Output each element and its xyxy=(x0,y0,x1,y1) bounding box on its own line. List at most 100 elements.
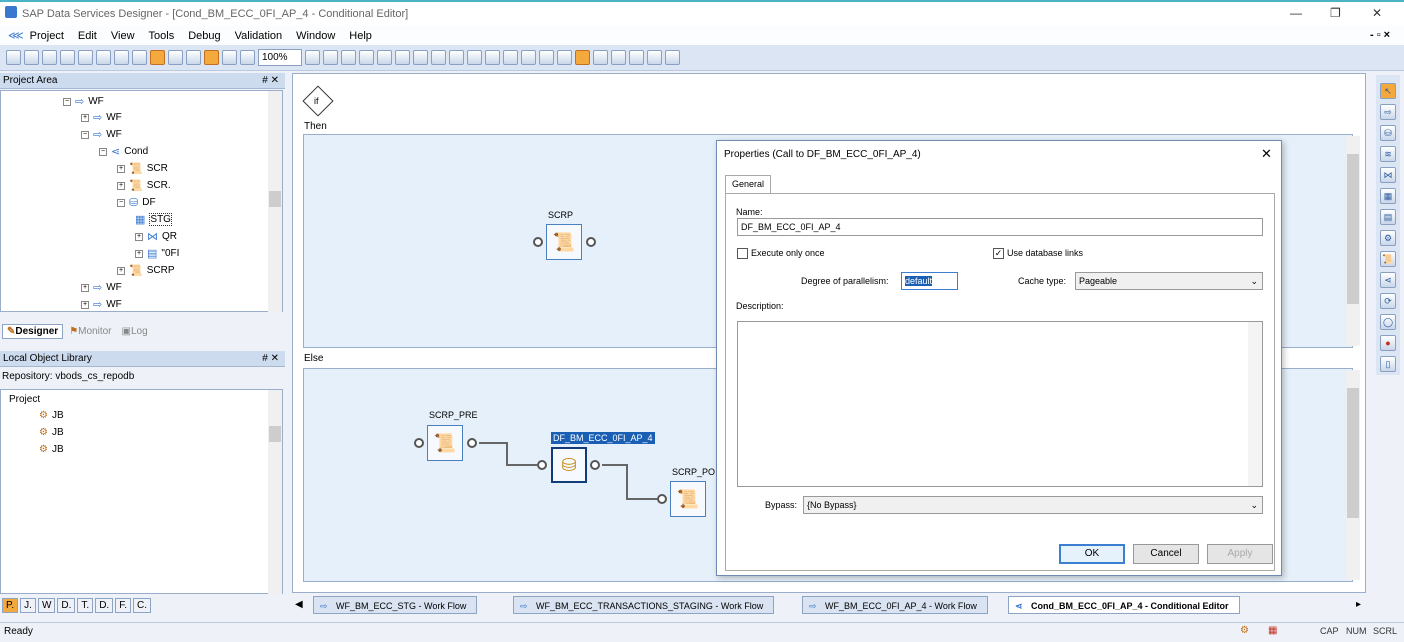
palette-while-icon[interactable]: ◯ xyxy=(1380,314,1396,330)
dialog-close-button[interactable]: ✕ xyxy=(1261,146,1272,162)
expand-icon[interactable]: + xyxy=(117,266,125,275)
lib-tab-transforms[interactable]: T. xyxy=(77,598,94,613)
forward-icon[interactable] xyxy=(395,50,410,65)
apply-button[interactable]: Apply xyxy=(1207,544,1273,564)
scroll-thumb[interactable] xyxy=(269,426,281,442)
panel-icon[interactable] xyxy=(222,50,237,65)
parallelism-field[interactable]: default xyxy=(901,272,958,290)
validate-icon[interactable] xyxy=(305,50,320,65)
save-icon[interactable] xyxy=(42,50,57,65)
grid-icon[interactable] xyxy=(204,50,219,65)
settings-icon[interactable] xyxy=(413,50,428,65)
filter2-icon[interactable] xyxy=(557,50,572,65)
scroll-thumb[interactable] xyxy=(1347,154,1359,304)
palette-abap-icon[interactable]: ≋ xyxy=(1380,146,1396,162)
pointer-icon[interactable] xyxy=(150,50,165,65)
palette-annotation-icon[interactable]: ▯ xyxy=(1380,356,1396,372)
filter-icon[interactable] xyxy=(539,50,554,65)
library-scrollbar[interactable] xyxy=(268,390,282,595)
palette-workflow-icon[interactable]: ⇨ xyxy=(1380,104,1396,120)
description-textarea[interactable] xyxy=(737,321,1263,487)
tab-scroll-right-icon[interactable]: ▸ xyxy=(1356,599,1361,610)
window-icon[interactable] xyxy=(186,50,201,65)
zoom-in-icon[interactable] xyxy=(449,50,464,65)
copy-icon[interactable] xyxy=(78,50,93,65)
minimize-button[interactable]: — xyxy=(1290,6,1302,20)
info-icon[interactable] xyxy=(431,50,446,65)
palette-catch-icon[interactable]: ● xyxy=(1380,335,1396,351)
collapse-icon[interactable]: − xyxy=(63,97,71,106)
mdi-controls[interactable]: - ▫ × xyxy=(1370,29,1390,41)
menu-view[interactable]: View xyxy=(111,30,135,42)
tree-item[interactable]: + ⋈ QR xyxy=(135,230,177,243)
lib-tab-custom-functions[interactable]: C. xyxy=(132,598,151,613)
close-button[interactable]: ✕ xyxy=(1372,6,1382,20)
back-icon[interactable] xyxy=(377,50,392,65)
execute-once-checkbox[interactable] xyxy=(737,248,748,259)
new-icon[interactable] xyxy=(6,50,21,65)
library-item[interactable]: ⚙ JB xyxy=(39,410,64,421)
tools-icon[interactable] xyxy=(132,50,147,65)
lib-tab-datastores[interactable]: D. xyxy=(95,598,114,613)
step-icon[interactable] xyxy=(485,50,500,65)
collapse-icon[interactable]: − xyxy=(117,198,125,207)
then-lane-scrollbar[interactable] xyxy=(1346,136,1360,346)
expand-icon[interactable]: + xyxy=(117,164,125,173)
scroll-thumb[interactable] xyxy=(269,191,281,207)
palette-dataflow-icon[interactable]: ⛁ xyxy=(1380,125,1396,141)
log-icon[interactable] xyxy=(629,50,644,65)
doc-tab-cond-editor[interactable]: ⋖ Cond_BM_ECC_0FI_AP_4 - Conditional Edit… xyxy=(1008,596,1240,614)
lib-tab-jobs[interactable]: J. xyxy=(20,598,36,613)
tree-item[interactable]: + ⇨ WF xyxy=(81,298,122,311)
palette-template-icon[interactable]: ▤ xyxy=(1380,209,1396,225)
panel2-icon[interactable] xyxy=(240,50,255,65)
palette-pointer-icon[interactable]: ↖ xyxy=(1380,83,1396,99)
lib-tab-projects[interactable]: P. xyxy=(2,598,19,613)
panel-pin-close[interactable]: # ✕ xyxy=(262,73,279,89)
paste-icon[interactable] xyxy=(96,50,111,65)
palette-query-icon[interactable]: ⋈ xyxy=(1380,167,1396,183)
tab-designer[interactable]: ✎Designer xyxy=(2,324,64,339)
expand-icon[interactable]: + xyxy=(81,113,89,122)
table-icon[interactable] xyxy=(647,50,662,65)
lib-tab-formats[interactable]: F. xyxy=(115,598,131,613)
palette-table-icon[interactable]: ▦ xyxy=(1380,188,1396,204)
tab-log[interactable]: ▣Log xyxy=(118,325,152,338)
tree-item[interactable]: + 📜 SCR. xyxy=(117,179,171,192)
step-over-icon[interactable] xyxy=(503,50,518,65)
menu-tools[interactable]: Tools xyxy=(149,30,175,42)
list-icon[interactable] xyxy=(665,50,680,65)
tree-item[interactable]: + 📜 SCRP xyxy=(117,264,175,277)
tree-item[interactable]: + ▤ "0FI xyxy=(135,247,179,260)
status-debug-icon[interactable]: ▦ xyxy=(1268,625,1277,636)
tree-item[interactable]: + ⇨ WF xyxy=(81,281,122,294)
panel-pin-close[interactable]: # ✕ xyxy=(262,351,279,367)
tab-monitor[interactable]: ⚑Monitor xyxy=(65,325,115,338)
expand-icon[interactable]: + xyxy=(117,181,125,190)
open-icon[interactable] xyxy=(24,50,39,65)
expand-icon[interactable]: + xyxy=(135,249,143,258)
tree-item[interactable]: − ⋖ Cond xyxy=(99,145,148,158)
doc-tab-wf-transactions-staging[interactable]: ⇨ WF_BM_ECC_TRANSACTIONS_STAGING - Work F… xyxy=(513,596,775,614)
collapse-icon[interactable]: − xyxy=(81,130,89,139)
zoom-select[interactable]: 100% xyxy=(258,49,302,66)
validate-all-icon[interactable] xyxy=(323,50,338,65)
help-icon[interactable] xyxy=(359,50,374,65)
palette-conditional-icon[interactable]: ⋖ xyxy=(1380,272,1396,288)
expand-icon[interactable]: + xyxy=(135,232,143,241)
name-field[interactable]: DF_BM_ECC_0FI_AP_4 xyxy=(737,218,1263,236)
tree-item[interactable]: − ⛁ DF xyxy=(117,196,156,209)
doc-tab-wf-0fi-ap-4[interactable]: ⇨ WF_BM_ECC_0FI_AP_4 - Work Flow xyxy=(802,596,988,614)
collapse-icon[interactable]: − xyxy=(99,147,107,156)
menu-validation[interactable]: Validation xyxy=(235,30,283,42)
cache-type-select[interactable]: Pageable ⌄ xyxy=(1075,272,1263,290)
monitor-icon[interactable] xyxy=(593,50,608,65)
debug-icon[interactable] xyxy=(467,50,482,65)
expand-icon[interactable]: + xyxy=(81,283,89,292)
doc-tab-wf-stg[interactable]: ⇨ WF_BM_ECC_STG - Work Flow xyxy=(313,596,478,614)
palette-transform-icon[interactable]: ⚙ xyxy=(1380,230,1396,246)
refresh-icon[interactable] xyxy=(521,50,536,65)
menu-edit[interactable]: Edit xyxy=(78,30,97,42)
library-item[interactable]: ⚙ JB xyxy=(39,444,64,455)
tree-item[interactable]: + 📜 SCR xyxy=(117,162,168,175)
